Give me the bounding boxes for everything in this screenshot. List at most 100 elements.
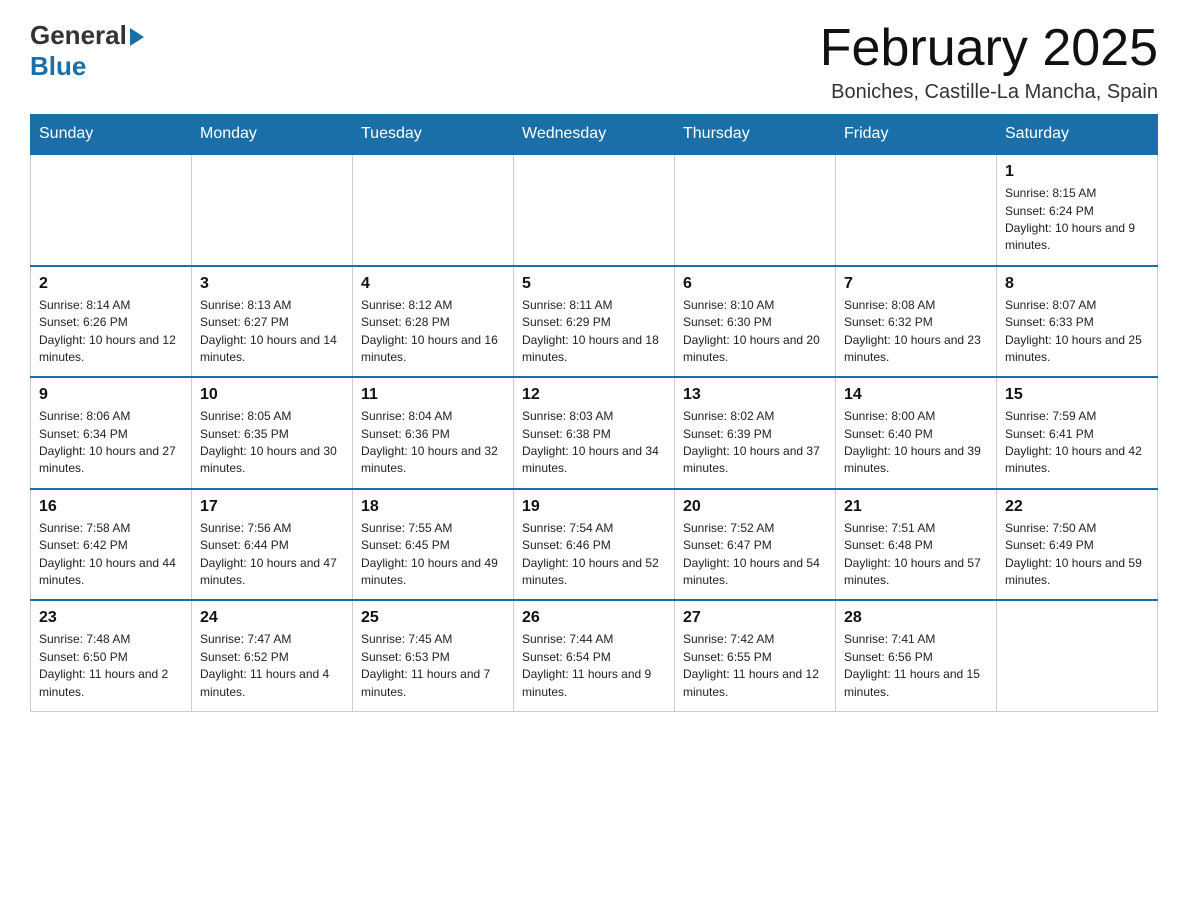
calendar-week-row: 23 Sunrise: 7:48 AMSunset: 6:50 PMDayligh… bbox=[31, 600, 1158, 711]
calendar-day-cell: 24Sunrise: 7:47 AMSunset: 6:52 PMDayligh… bbox=[192, 600, 353, 711]
calendar-week-row: 2Sunrise: 8:14 AMSunset: 6:26 PMDaylight… bbox=[31, 266, 1158, 378]
day-info: Sunrise: 7:48 AMSunset: 6:50 PMDaylight:… bbox=[39, 631, 183, 701]
day-number: 23 bbox=[39, 609, 183, 627]
day-info: Sunrise: 8:10 AMSunset: 6:30 PMDaylight:… bbox=[683, 297, 827, 367]
calendar-day-cell: 7 Sunrise: 8:08 AMSunset: 6:32 PMDaylight… bbox=[836, 266, 997, 378]
calendar-day-cell: 2Sunrise: 8:14 AMSunset: 6:26 PMDaylight… bbox=[31, 266, 192, 378]
day-number: 3 bbox=[200, 275, 344, 293]
day-number: 19 bbox=[522, 498, 666, 516]
weekday-header-thursday: Thursday bbox=[675, 115, 836, 155]
calendar-day-cell: 6 Sunrise: 8:10 AMSunset: 6:30 PMDaylight… bbox=[675, 266, 836, 378]
calendar-day-cell: 21 Sunrise: 7:51 AMSunset: 6:48 PMDayligh… bbox=[836, 489, 997, 601]
calendar-day-cell bbox=[514, 154, 675, 266]
day-info: Sunrise: 8:06 AMSunset: 6:34 PMDaylight:… bbox=[39, 408, 183, 478]
day-info: Sunrise: 7:51 AMSunset: 6:48 PMDaylight:… bbox=[844, 520, 988, 590]
day-number: 5 bbox=[522, 275, 666, 293]
day-number: 8 bbox=[1005, 275, 1149, 293]
calendar-day-cell: 18 Sunrise: 7:55 AMSunset: 6:45 PMDayligh… bbox=[353, 489, 514, 601]
calendar-day-cell bbox=[997, 600, 1158, 711]
calendar-day-cell bbox=[836, 154, 997, 266]
day-number: 20 bbox=[683, 498, 827, 516]
weekday-header-saturday: Saturday bbox=[997, 115, 1158, 155]
day-info: Sunrise: 8:03 AMSunset: 6:38 PMDaylight:… bbox=[522, 408, 666, 478]
day-info: Sunrise: 8:07 AMSunset: 6:33 PMDaylight:… bbox=[1005, 297, 1149, 367]
day-number: 10 bbox=[200, 386, 344, 404]
day-info: Sunrise: 8:13 AMSunset: 6:27 PMDaylight:… bbox=[200, 297, 344, 367]
day-info: Sunrise: 8:00 AMSunset: 6:40 PMDaylight:… bbox=[844, 408, 988, 478]
day-info: Sunrise: 7:50 AMSunset: 6:49 PMDaylight:… bbox=[1005, 520, 1149, 590]
calendar-day-cell: 13Sunrise: 8:02 AMSunset: 6:39 PMDayligh… bbox=[675, 377, 836, 489]
calendar-day-cell: 10 Sunrise: 8:05 AMSunset: 6:35 PMDayligh… bbox=[192, 377, 353, 489]
day-info: Sunrise: 8:08 AMSunset: 6:32 PMDaylight:… bbox=[844, 297, 988, 367]
weekday-header-wednesday: Wednesday bbox=[514, 115, 675, 155]
day-info: Sunrise: 7:55 AMSunset: 6:45 PMDaylight:… bbox=[361, 520, 505, 590]
weekday-header-friday: Friday bbox=[836, 115, 997, 155]
day-info: Sunrise: 8:05 AMSunset: 6:35 PMDaylight:… bbox=[200, 408, 344, 478]
day-number: 16 bbox=[39, 498, 183, 516]
day-number: 26 bbox=[522, 609, 666, 627]
calendar-day-cell: 19 Sunrise: 7:54 AMSunset: 6:46 PMDayligh… bbox=[514, 489, 675, 601]
calendar-table: SundayMondayTuesdayWednesdayThursdayFrid… bbox=[30, 114, 1158, 712]
page-header: General Blue February 2025 Boniches, Cas… bbox=[30, 20, 1158, 104]
calendar-day-cell: 17 Sunrise: 7:56 AMSunset: 6:44 PMDayligh… bbox=[192, 489, 353, 601]
day-number: 13 bbox=[683, 386, 827, 404]
day-info: Sunrise: 7:45 AMSunset: 6:53 PMDaylight:… bbox=[361, 631, 505, 701]
day-info: Sunrise: 7:47 AMSunset: 6:52 PMDaylight:… bbox=[200, 631, 344, 701]
day-number: 21 bbox=[844, 498, 988, 516]
day-info: Sunrise: 8:12 AMSunset: 6:28 PMDaylight:… bbox=[361, 297, 505, 367]
day-number: 9 bbox=[39, 386, 183, 404]
day-number: 7 bbox=[844, 275, 988, 293]
day-info: Sunrise: 7:44 AMSunset: 6:54 PMDaylight:… bbox=[522, 631, 666, 701]
day-number: 15 bbox=[1005, 386, 1149, 404]
calendar-day-cell: 4 Sunrise: 8:12 AMSunset: 6:28 PMDaylight… bbox=[353, 266, 514, 378]
day-info: Sunrise: 8:14 AMSunset: 6:26 PMDaylight:… bbox=[39, 297, 183, 367]
calendar-week-row: 16 Sunrise: 7:58 AMSunset: 6:42 PMDayligh… bbox=[31, 489, 1158, 601]
day-number: 11 bbox=[361, 386, 505, 404]
day-info: Sunrise: 8:04 AMSunset: 6:36 PMDaylight:… bbox=[361, 408, 505, 478]
calendar-day-cell bbox=[675, 154, 836, 266]
day-info: Sunrise: 7:58 AMSunset: 6:42 PMDaylight:… bbox=[39, 520, 183, 590]
calendar-day-cell bbox=[353, 154, 514, 266]
calendar-day-cell bbox=[192, 154, 353, 266]
weekday-header-monday: Monday bbox=[192, 115, 353, 155]
calendar-day-cell: 8 Sunrise: 8:07 AMSunset: 6:33 PMDaylight… bbox=[997, 266, 1158, 378]
day-number: 17 bbox=[200, 498, 344, 516]
calendar-day-cell: 5 Sunrise: 8:11 AMSunset: 6:29 PMDaylight… bbox=[514, 266, 675, 378]
title-section: February 2025 Boniches, Castille-La Manc… bbox=[820, 20, 1158, 104]
calendar-day-cell: 1Sunrise: 8:15 AMSunset: 6:24 PMDaylight… bbox=[997, 154, 1158, 266]
location-subtitle: Boniches, Castille-La Mancha, Spain bbox=[820, 81, 1158, 104]
day-number: 14 bbox=[844, 386, 988, 404]
day-info: Sunrise: 7:54 AMSunset: 6:46 PMDaylight:… bbox=[522, 520, 666, 590]
logo-general-text: General bbox=[30, 20, 127, 51]
day-number: 22 bbox=[1005, 498, 1149, 516]
calendar-day-cell: 26 Sunrise: 7:44 AMSunset: 6:54 PMDayligh… bbox=[514, 600, 675, 711]
calendar-day-cell bbox=[31, 154, 192, 266]
calendar-day-cell: 12 Sunrise: 8:03 AMSunset: 6:38 PMDayligh… bbox=[514, 377, 675, 489]
day-number: 25 bbox=[361, 609, 505, 627]
calendar-week-row: 9 Sunrise: 8:06 AMSunset: 6:34 PMDaylight… bbox=[31, 377, 1158, 489]
weekday-header-tuesday: Tuesday bbox=[353, 115, 514, 155]
day-number: 6 bbox=[683, 275, 827, 293]
day-info: Sunrise: 7:41 AMSunset: 6:56 PMDaylight:… bbox=[844, 631, 988, 701]
day-info: Sunrise: 7:56 AMSunset: 6:44 PMDaylight:… bbox=[200, 520, 344, 590]
calendar-day-cell: 14 Sunrise: 8:00 AMSunset: 6:40 PMDayligh… bbox=[836, 377, 997, 489]
day-info: Sunrise: 8:15 AMSunset: 6:24 PMDaylight:… bbox=[1005, 185, 1149, 255]
calendar-day-cell: 9 Sunrise: 8:06 AMSunset: 6:34 PMDaylight… bbox=[31, 377, 192, 489]
calendar-day-cell: 15Sunrise: 7:59 AMSunset: 6:41 PMDayligh… bbox=[997, 377, 1158, 489]
weekday-header-sunday: Sunday bbox=[31, 115, 192, 155]
day-info: Sunrise: 8:11 AMSunset: 6:29 PMDaylight:… bbox=[522, 297, 666, 367]
calendar-day-cell: 3 Sunrise: 8:13 AMSunset: 6:27 PMDaylight… bbox=[192, 266, 353, 378]
day-number: 18 bbox=[361, 498, 505, 516]
calendar-day-cell: 20 Sunrise: 7:52 AMSunset: 6:47 PMDayligh… bbox=[675, 489, 836, 601]
day-info: Sunrise: 7:52 AMSunset: 6:47 PMDaylight:… bbox=[683, 520, 827, 590]
logo: General Blue bbox=[30, 20, 144, 82]
calendar-day-cell: 23 Sunrise: 7:48 AMSunset: 6:50 PMDayligh… bbox=[31, 600, 192, 711]
day-number: 27 bbox=[683, 609, 827, 627]
day-info: Sunrise: 7:42 AMSunset: 6:55 PMDaylight:… bbox=[683, 631, 827, 701]
day-number: 4 bbox=[361, 275, 505, 293]
calendar-day-cell: 11 Sunrise: 8:04 AMSunset: 6:36 PMDayligh… bbox=[353, 377, 514, 489]
day-number: 28 bbox=[844, 609, 988, 627]
month-title: February 2025 bbox=[820, 20, 1158, 77]
calendar-week-row: 1Sunrise: 8:15 AMSunset: 6:24 PMDaylight… bbox=[31, 154, 1158, 266]
day-number: 12 bbox=[522, 386, 666, 404]
